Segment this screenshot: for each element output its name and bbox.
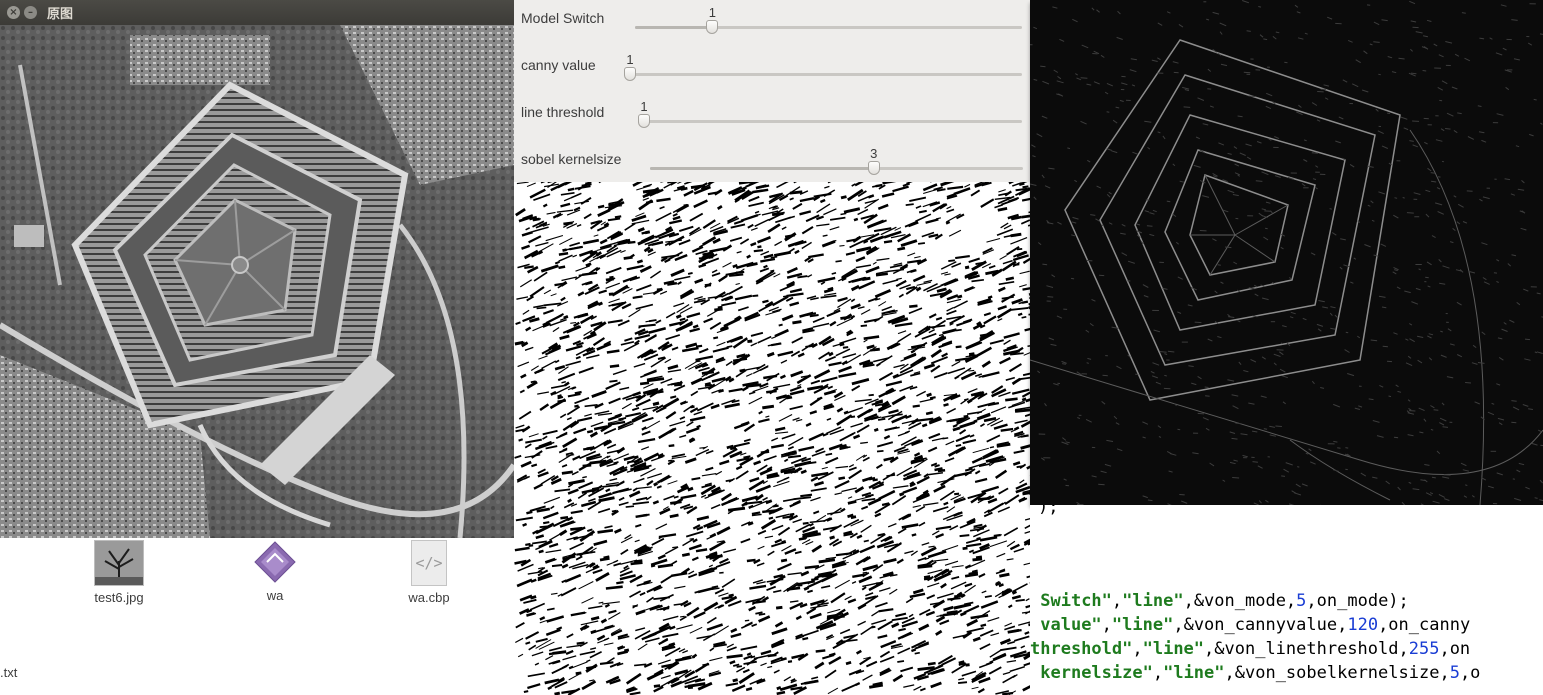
code-file-icon: </> <box>411 540 447 586</box>
slider-fill <box>650 167 874 170</box>
code-line-model-switch: Switch","line",&von_mode,5,on_mode); <box>1040 591 1409 611</box>
code-string: Switch" <box>1040 591 1112 611</box>
slider-fill <box>635 26 713 29</box>
edge-outline-image <box>1030 0 1543 505</box>
executable-file-icon <box>251 540 299 584</box>
partial-file-name[interactable]: .txt <box>0 665 17 680</box>
code-string: kernelsize" <box>1040 663 1153 683</box>
code-string: value" <box>1040 615 1102 635</box>
trackbar-label: canny value <box>521 57 596 73</box>
code-number: 120 <box>1347 615 1379 635</box>
trackbar-sobel-kernelsize: sobel kernelsize 3 <box>514 141 1030 187</box>
code-line-canny-value: value","line",&von_cannyvalue,120,on_can… <box>1040 615 1471 635</box>
trackbar-model-switch: Model Switch 1 <box>514 0 1030 46</box>
slider-track[interactable]: 1 <box>635 5 1022 34</box>
aerial-photo-icon <box>0 25 514 538</box>
trackbar-label: sobel kernelsize <box>521 151 622 167</box>
slider-handle[interactable] <box>624 67 636 81</box>
code-string: "line" <box>1163 663 1225 683</box>
code-line-sobel-kernelsize: kernelsize","line",&von_sobelkernelsize,… <box>1040 663 1481 683</box>
code-number: 5 <box>1449 663 1460 683</box>
file-item-wa-cbp[interactable]: </> wa.cbp <box>384 540 474 605</box>
slider-value: 3 <box>870 146 878 161</box>
code-string: "line" <box>1142 639 1205 659</box>
code-number: 255 <box>1408 639 1440 659</box>
code-string: "line" <box>1122 591 1184 611</box>
window-title: 原图 <box>47 7 74 22</box>
canny-output-image <box>514 182 1030 695</box>
trackbar-canny-value: canny value 1 <box>514 47 1030 93</box>
trackbar-label: Model Switch <box>521 10 605 26</box>
slider-value: 1 <box>640 99 648 114</box>
window-titlebar[interactable]: × – 原图 <box>0 0 514 26</box>
slider-track[interactable]: 1 <box>624 52 1022 81</box>
close-window-icon[interactable]: × <box>7 6 20 19</box>
slider-value: 1 <box>626 52 634 67</box>
file-name: test6.jpg <box>94 590 144 605</box>
sobel-output-image <box>1030 0 1543 505</box>
code-string: "line" <box>1111 615 1174 635</box>
code-number: 5 <box>1296 591 1307 611</box>
code-line-partial: ); <box>1038 505 1059 517</box>
code-editor[interactable]: ); Switch","line",&von_mode,5,on_mode); … <box>1030 505 1543 695</box>
slider-handle[interactable] <box>867 161 880 175</box>
image-file-icon <box>94 540 144 586</box>
trackbar-label: line threshold <box>521 104 605 120</box>
code-string: threshold" <box>1030 639 1133 659</box>
slider-handle[interactable] <box>638 114 650 128</box>
original-image-window: × – 原图 <box>0 0 514 538</box>
slider-track[interactable]: 3 <box>650 146 1023 175</box>
file-name: wa <box>266 588 284 603</box>
file-name: wa.cbp <box>408 590 450 605</box>
edge-noise-image <box>514 182 1030 695</box>
slider-value: 1 <box>708 5 716 20</box>
code-line-line-threshold: threshold","line",&von_linethreshold,255… <box>1030 639 1471 659</box>
file-item-wa[interactable]: wa <box>230 540 320 603</box>
slider-handle[interactable] <box>706 20 719 34</box>
trackbar-panel: Model Switch 1 canny value 1 line thresh… <box>514 0 1030 182</box>
slider-track[interactable]: 1 <box>638 99 1022 128</box>
trackbar-line-threshold: line threshold 1 <box>514 94 1030 140</box>
file-item-test6[interactable]: test6.jpg <box>74 540 164 605</box>
minimize-window-icon[interactable]: – <box>24 6 37 19</box>
original-image-canvas <box>0 25 514 538</box>
